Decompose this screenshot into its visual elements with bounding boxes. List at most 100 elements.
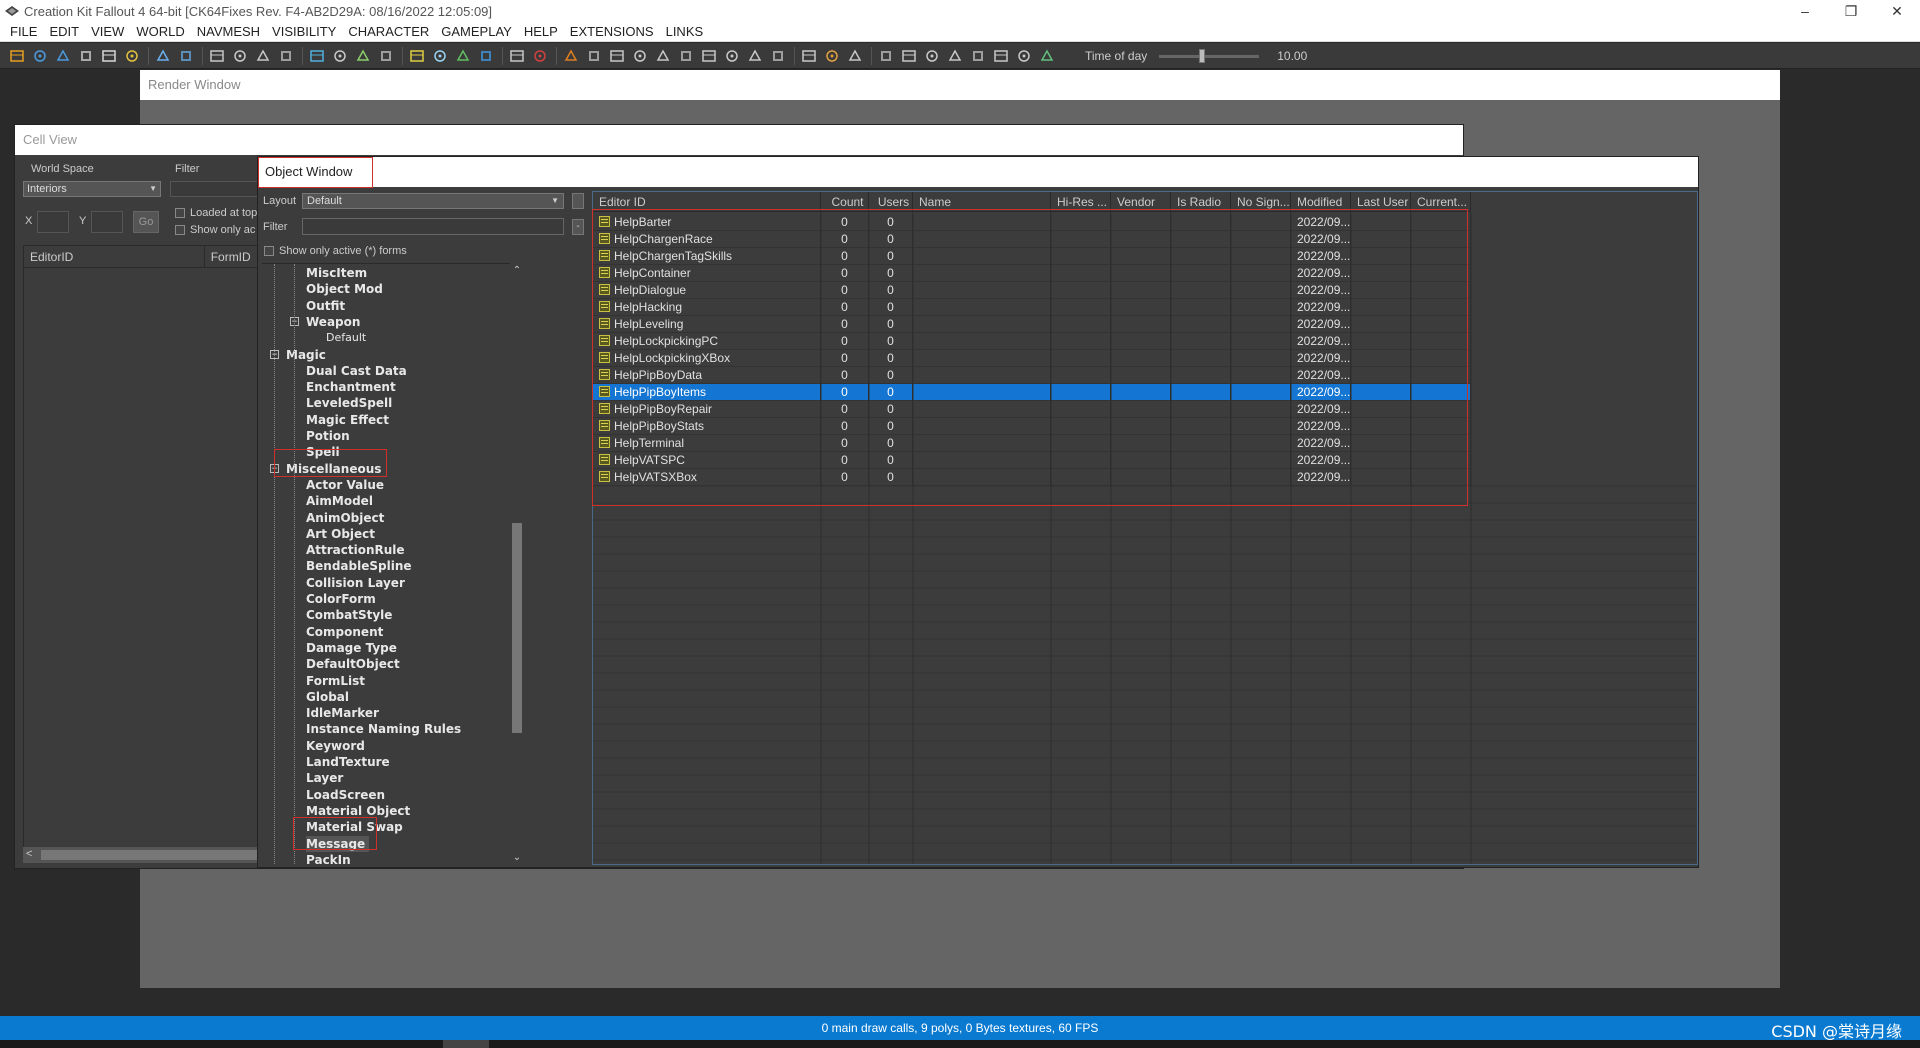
- split-icon[interactable]: [677, 47, 695, 65]
- gear-icon[interactable]: [946, 47, 964, 65]
- cloud-icon[interactable]: [431, 47, 449, 65]
- table-row[interactable]: HelpTerminal 0 0 2022/09...: [593, 435, 1471, 452]
- tree-item-keyword[interactable]: Keyword: [306, 738, 369, 754]
- tree-item-collision-layer[interactable]: Collision Layer: [306, 575, 409, 591]
- scroll-thumb[interactable]: [41, 850, 261, 860]
- tree-item-aimmodel[interactable]: AimModel: [306, 493, 377, 509]
- tree-item-potion[interactable]: Potion: [306, 428, 354, 444]
- tree-item-miscitem[interactable]: MiscItem: [306, 265, 371, 281]
- box3-icon[interactable]: [992, 47, 1010, 65]
- table-row[interactable]: HelpDialogue 0 0 2022/09...: [593, 282, 1471, 299]
- frame-icon[interactable]: [700, 47, 718, 65]
- slider-thumb[interactable]: [1198, 48, 1205, 63]
- menu-extensions[interactable]: EXTENSIONS: [564, 22, 660, 42]
- minimize-button[interactable]: –: [1782, 0, 1828, 22]
- p-icon[interactable]: [746, 47, 764, 65]
- tree-item-magic[interactable]: Magic: [286, 347, 330, 363]
- table-row[interactable]: HelpVATSPC 0 0 2022/09...: [593, 452, 1471, 469]
- table-row[interactable]: HelpLockpickingXBox 0 0 2022/09...: [593, 350, 1471, 367]
- table-row[interactable]: HelpHacking 0 0 2022/09...: [593, 299, 1471, 316]
- column-header-formid[interactable]: FormID: [205, 246, 262, 267]
- y-input[interactable]: [91, 211, 123, 233]
- tree-item-leveledspell[interactable]: LeveledSpell: [306, 395, 396, 411]
- menu-visibility[interactable]: VISIBILITY: [266, 22, 342, 42]
- world-space-select[interactable]: Interiors ▼: [23, 181, 161, 197]
- menu-view[interactable]: VIEW: [85, 22, 130, 42]
- x-input[interactable]: [37, 211, 69, 233]
- cell-list-hscrollbar[interactable]: <: [23, 847, 263, 863]
- tree-item-idlemarker[interactable]: IdleMarker: [306, 705, 383, 721]
- layout-options-button[interactable]: [572, 193, 584, 209]
- table-row[interactable]: HelpPipBoyStats 0 0 2022/09...: [593, 418, 1471, 435]
- show-only-active-forms-checkbox[interactable]: Show only active (*) forms: [264, 245, 407, 257]
- column-header-hi-res[interactable]: Hi-Res ...: [1051, 192, 1111, 211]
- tree-item-component[interactable]: Component: [306, 624, 387, 640]
- save-green-icon[interactable]: [1038, 47, 1056, 65]
- w-icon[interactable]: [969, 47, 987, 65]
- column-header-name[interactable]: Name: [913, 192, 1051, 211]
- tree-item-default[interactable]: Default: [326, 330, 370, 346]
- menu-file[interactable]: FILE: [4, 22, 43, 42]
- layout-select[interactable]: Default ▼: [302, 193, 564, 209]
- tree-item-defaultobject[interactable]: DefaultObject: [306, 656, 404, 672]
- open-icon[interactable]: [8, 47, 26, 65]
- column-header-vendor[interactable]: Vendor: [1111, 192, 1171, 211]
- column-header-users[interactable]: Users: [869, 192, 913, 211]
- menu-edit[interactable]: EDIT: [43, 22, 85, 42]
- sun-icon[interactable]: [562, 47, 580, 65]
- snap-icon[interactable]: [277, 47, 295, 65]
- tree-vscrollbar[interactable]: ⌃ ⌄: [510, 263, 524, 865]
- column-header-editorid[interactable]: EditorID: [24, 246, 205, 267]
- object-filter-input[interactable]: [302, 218, 564, 235]
- object-category-tree[interactable]: MiscItem Object Mod Outfit Weapon − Default Ma…: [262, 263, 510, 865]
- save-icon[interactable]: [31, 47, 49, 65]
- tree-item-art-object[interactable]: Art Object: [306, 526, 379, 542]
- frame2-icon[interactable]: [723, 47, 741, 65]
- square-icon[interactable]: [654, 47, 672, 65]
- undo-icon[interactable]: [154, 47, 172, 65]
- tree-item-object-mod[interactable]: Object Mod: [306, 281, 387, 297]
- tree-item-miscellaneous[interactable]: Miscellaneous: [286, 461, 385, 477]
- tree-item-magic-effect[interactable]: Magic Effect: [306, 412, 393, 428]
- table-row[interactable]: HelpBarter 0 0 2022/09...: [593, 214, 1471, 231]
- menu-world[interactable]: WORLD: [130, 22, 190, 42]
- tree-item-outfit[interactable]: Outfit: [306, 298, 349, 314]
- tools-icon[interactable]: [800, 47, 818, 65]
- cube2-icon[interactable]: [877, 47, 895, 65]
- brush-icon[interactable]: [823, 47, 841, 65]
- tree-item-spell[interactable]: Spell: [306, 444, 344, 460]
- tree-item-enchantment[interactable]: Enchantment: [306, 379, 400, 395]
- restore-button[interactable]: ❐: [1828, 0, 1874, 22]
- grid-icon[interactable]: [208, 47, 226, 65]
- table-row[interactable]: HelpVATSXBox 0 0 2022/09...: [593, 469, 1471, 486]
- circle-icon[interactable]: [631, 47, 649, 65]
- c-icon[interactable]: [900, 47, 918, 65]
- column-header-modified[interactable]: Modified: [1291, 192, 1351, 211]
- scroll-thumb[interactable]: [512, 523, 522, 733]
- grid3-icon[interactable]: [254, 47, 272, 65]
- tree-item-dual-cast-data[interactable]: Dual Cast Data: [306, 363, 411, 379]
- water-icon[interactable]: [477, 47, 495, 65]
- tree-item-material-object[interactable]: Material Object: [306, 803, 414, 819]
- grid2-icon[interactable]: [231, 47, 249, 65]
- world-icon[interactable]: [308, 47, 326, 65]
- ring-icon[interactable]: [1015, 47, 1033, 65]
- filter-clear-button[interactable]: -: [572, 219, 584, 235]
- tree-item-landtexture[interactable]: LandTexture: [306, 754, 394, 770]
- tree-item-animobject[interactable]: AnimObject: [306, 510, 388, 526]
- scroll-down-icon[interactable]: ⌄: [510, 852, 524, 863]
- copy-icon[interactable]: [923, 47, 941, 65]
- scroll-left-icon[interactable]: <: [26, 848, 32, 860]
- box-icon[interactable]: [585, 47, 603, 65]
- menu-help[interactable]: HELP: [518, 22, 564, 42]
- box2-icon[interactable]: [608, 47, 626, 65]
- column-header-editor-id[interactable]: Editor ID: [593, 192, 821, 211]
- table-row[interactable]: HelpContainer 0 0 2022/09...: [593, 265, 1471, 282]
- tree-item-instance-naming-rules[interactable]: Instance Naming Rules: [306, 721, 465, 737]
- table-row[interactable]: HelpPipBoyData 0 0 2022/09...: [593, 367, 1471, 384]
- column-header-is-radio[interactable]: Is Radio: [1171, 192, 1231, 211]
- loaded-at-top-checkbox[interactable]: Loaded at top: [175, 207, 257, 219]
- tree-icon[interactable]: [454, 47, 472, 65]
- cursor-icon[interactable]: [100, 47, 118, 65]
- tree-item-global[interactable]: Global: [306, 689, 353, 705]
